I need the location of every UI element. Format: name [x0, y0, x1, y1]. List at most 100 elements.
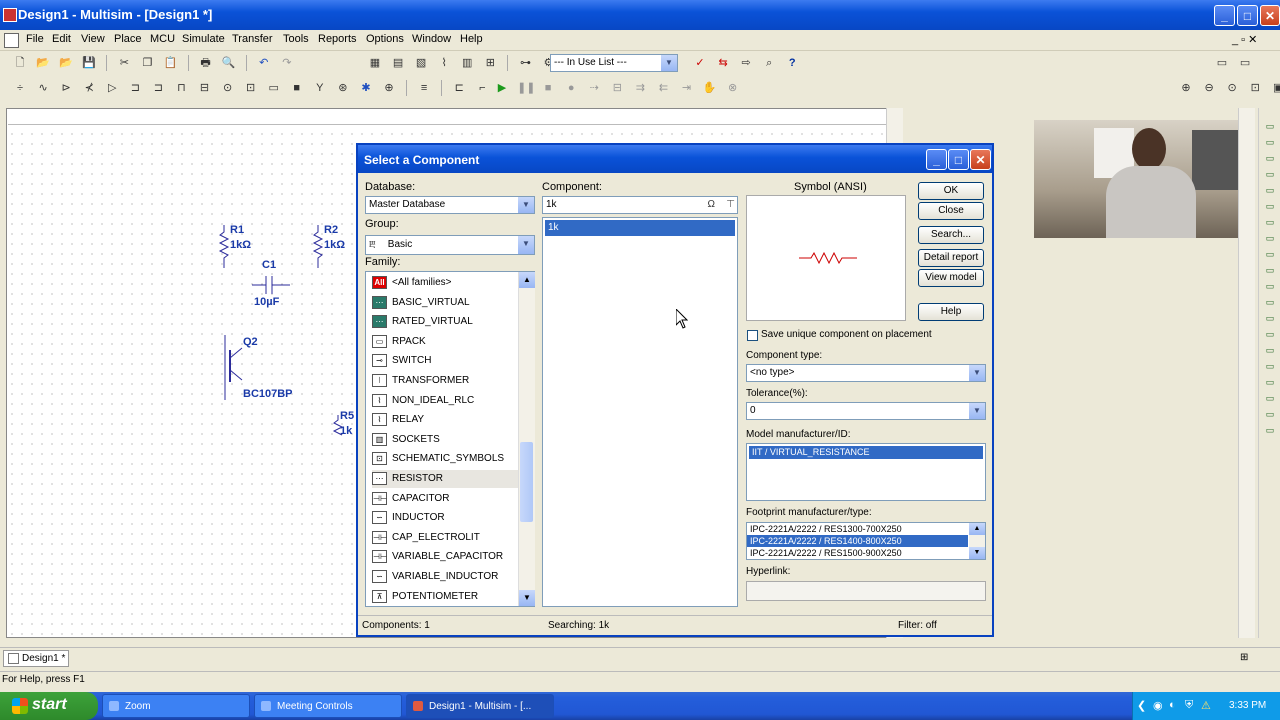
agilent-scope-icon[interactable]: ▭: [1259, 374, 1280, 390]
place-analog-icon[interactable]: ▷: [104, 80, 120, 96]
component-list-item[interactable]: 1k: [545, 220, 735, 236]
place-misc-digital-icon[interactable]: ⊓: [173, 80, 189, 96]
place-power-icon[interactable]: ⊡: [243, 80, 259, 96]
cut-icon[interactable]: ✂: [116, 55, 132, 71]
place-bus-icon[interactable]: ≡: [416, 80, 432, 96]
place-advanced-peripherals-icon[interactable]: ■: [289, 80, 305, 96]
taskbar-item-zoom[interactable]: Zoom: [102, 694, 250, 718]
paste-icon[interactable]: 📋: [162, 55, 178, 71]
place-mcu-icon[interactable]: ✱: [358, 80, 374, 96]
menu-view[interactable]: View: [81, 33, 105, 45]
spreadsheet-icon[interactable]: ▤: [390, 55, 406, 71]
footprint-list-item[interactable]: IPC-2221A/2222 / RES1500-900X250: [747, 547, 985, 559]
zoom-in-icon[interactable]: ⊕: [1178, 80, 1194, 96]
menu-window[interactable]: Window: [412, 33, 451, 45]
help-button[interactable]: Help: [918, 303, 984, 321]
family-item[interactable]: ⊼ POTENTIOMETER: [372, 588, 512, 606]
family-list-scrollbar[interactable]: ▲ ▼: [518, 272, 535, 606]
component-type-select[interactable]: <no type> ▼: [746, 364, 986, 382]
tektronix-scope-icon[interactable]: ▭: [1259, 390, 1280, 406]
dialog-minimize-button[interactable]: _: [926, 149, 947, 170]
security-icon[interactable]: ⛨: [1185, 699, 1193, 712]
menu-transfer[interactable]: Transfer: [232, 33, 273, 45]
document-icon[interactable]: [4, 33, 19, 48]
menu-edit[interactable]: Edit: [52, 33, 71, 45]
current-probe-icon[interactable]: ▭: [1259, 422, 1280, 438]
forward-annotate-icon[interactable]: ⇨: [738, 55, 754, 71]
omega-icon[interactable]: Ω: [708, 197, 715, 213]
four-channel-scope-icon[interactable]: ▭: [1259, 182, 1280, 198]
menu-reports[interactable]: Reports: [318, 33, 357, 45]
family-item[interactable]: ⋯ RATED_VIRTUAL: [372, 313, 512, 331]
spectrum-analyzer-icon[interactable]: ▭: [1259, 310, 1280, 326]
logic-converter-icon[interactable]: ▭: [1259, 262, 1280, 278]
agilent-multimeter-icon[interactable]: ▭: [1259, 358, 1280, 374]
scroll-up-icon[interactable]: ▲: [969, 523, 985, 535]
stop-icon[interactable]: ■: [540, 80, 556, 96]
taskbar-item-multisim[interactable]: Design1 - Multisim - [...: [406, 694, 554, 718]
tab-design1[interactable]: Design1 *: [3, 650, 69, 667]
copy-icon[interactable]: ❐: [139, 55, 155, 71]
place-basic-icon[interactable]: ∿: [35, 80, 51, 96]
q2-value[interactable]: BC107BP: [243, 388, 293, 400]
new-icon[interactable]: 🗋: [12, 55, 28, 71]
component-wizard-icon[interactable]: ⊞: [482, 55, 498, 71]
undo-icon[interactable]: ↶: [256, 55, 272, 71]
place-indicator-icon[interactable]: ⊙: [220, 80, 236, 96]
erc-icon[interactable]: ✓: [692, 55, 708, 71]
place-source-icon[interactable]: ÷: [12, 80, 28, 96]
family-item[interactable]: ▥ SOCKETS: [372, 431, 512, 449]
full-screen-icon[interactable]: ▣: [1270, 80, 1280, 96]
print-preview-icon[interactable]: 🔍: [221, 55, 237, 71]
menu-help[interactable]: Help: [460, 33, 483, 45]
open-sample-icon[interactable]: 📂: [58, 55, 74, 71]
model-manufacturer-list[interactable]: IIT / VIRTUAL_RESISTANCE: [746, 443, 986, 501]
group-select[interactable]: Ⰱ Basic ▼: [365, 235, 535, 255]
menu-place[interactable]: Place: [114, 33, 142, 45]
back-annotate-icon[interactable]: ⇆: [715, 55, 731, 71]
step-out-icon[interactable]: ⇇: [655, 80, 671, 96]
component-input[interactable]: 1k Ω ⊤: [542, 196, 738, 214]
place-ttl-icon[interactable]: ⊐: [127, 80, 143, 96]
redo-icon[interactable]: ↷: [279, 55, 295, 71]
start-button[interactable]: start: [0, 692, 98, 720]
database-select[interactable]: Master Database ▼: [365, 196, 535, 214]
ok-button[interactable]: OK: [918, 182, 984, 200]
step-over-icon[interactable]: ⇉: [632, 80, 648, 96]
r5-value[interactable]: 1k: [340, 425, 352, 437]
word-generator-icon[interactable]: ▭: [1259, 230, 1280, 246]
pause-icon[interactable]: ❚❚: [517, 80, 535, 96]
dialog-close-button[interactable]: ✕: [970, 149, 991, 170]
grapher-icon[interactable]: ▧: [413, 55, 429, 71]
family-item[interactable]: ⊸ SWITCH: [372, 352, 512, 370]
tray-expand-icon[interactable]: ❮: [1137, 699, 1146, 712]
menu-tools[interactable]: Tools: [283, 33, 309, 45]
bode-plotter-icon[interactable]: ▭: [1259, 198, 1280, 214]
place-rf-icon[interactable]: Y: [312, 80, 328, 96]
tolerance-select[interactable]: 0 ▼: [746, 402, 986, 420]
r5-reference[interactable]: R5: [340, 410, 354, 422]
family-item[interactable]: ⋯ RESISTOR: [372, 470, 518, 488]
function-generator-icon[interactable]: ▭: [1259, 134, 1280, 150]
place-cmos-icon[interactable]: ⊐: [150, 80, 166, 96]
dialog-maximize-button[interactable]: □: [948, 149, 969, 170]
network-analyzer-icon[interactable]: ▭: [1259, 326, 1280, 342]
close-button[interactable]: ✕: [1260, 5, 1280, 26]
postprocessor-icon[interactable]: ⌇: [436, 55, 452, 71]
multimeter-icon[interactable]: ▭: [1259, 118, 1280, 134]
wattmeter-icon[interactable]: ▭: [1259, 150, 1280, 166]
maximize-button[interactable]: □: [1237, 5, 1258, 26]
volume-icon[interactable]: ◐: [1169, 699, 1176, 711]
run-to-cursor-icon[interactable]: ⇥: [679, 80, 695, 96]
minimize-button[interactable]: _: [1214, 5, 1235, 26]
in-use-list-select[interactable]: --- In Use List --- ▼: [550, 54, 678, 72]
view-model-button[interactable]: View model: [918, 269, 984, 287]
database-manager-icon[interactable]: ▥: [459, 55, 475, 71]
remove-breakpoints-icon[interactable]: ⊗: [725, 80, 741, 96]
scroll-down-icon[interactable]: ▼: [519, 590, 535, 606]
family-item[interactable]: ⊣⊢ CAPACITOR: [372, 490, 512, 508]
family-item[interactable]: ⌇ RELAY: [372, 411, 512, 429]
family-item[interactable]: ⦚ TRANSFORMER: [372, 372, 512, 390]
probe-icon[interactable]: ●: [563, 80, 579, 96]
c1-reference[interactable]: C1: [262, 259, 276, 271]
